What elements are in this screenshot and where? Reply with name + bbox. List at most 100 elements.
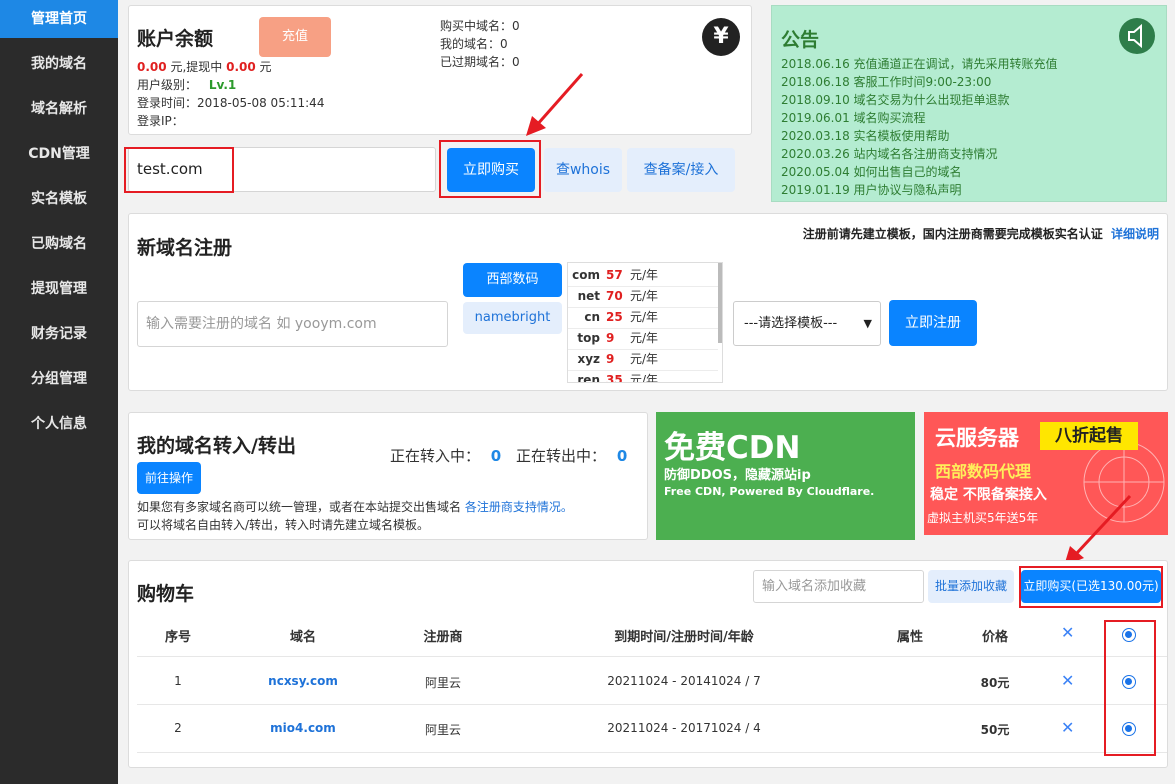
remove-all-icon[interactable]: ✕ (1061, 623, 1074, 642)
transfer-card: 我的域名转入/转出 正在转入中： 0 正在转出中： 0 前往操作 如果您有多家域… (128, 412, 648, 540)
cdn-banner[interactable]: 免费CDN 防御DDOS，隐藏源站ip Free CDN, Powered By… (656, 412, 915, 540)
batch-add-button[interactable]: 批量添加收藏 (928, 570, 1014, 603)
cloud-banner-tag: 八折起售 (1040, 422, 1138, 450)
recharge-button[interactable]: 充值 (259, 17, 331, 57)
tld-price: 70 (606, 289, 623, 303)
notice-item[interactable]: 2020.05.04 如何出售自己的域名 (781, 163, 1058, 181)
sidebar-item-dashboard[interactable]: 管理首页 (0, 0, 118, 38)
notice-item[interactable]: 2019.01.19 用户协议与隐私声明 (781, 181, 1058, 199)
col-header-price: 价格 (981, 630, 1008, 645)
account-title: 账户余额 (137, 28, 214, 50)
transfer-desc-2: 可以将域名自由转入/转出，转入时请先建立域名模板。 (137, 518, 430, 532)
sidebar-item-cdn[interactable]: CDN管理 (0, 135, 118, 173)
transfer-out-label: 正在转出中： (516, 447, 607, 465)
row-price: 50元 (980, 723, 1010, 737)
cloud-banner-title: 云服务器 (935, 426, 1019, 450)
sidebar-item-dns[interactable]: 域名解析 (0, 90, 118, 128)
transfer-title: 我的域名转入/转出 (137, 435, 296, 457)
row-registrar: 阿里云 (424, 723, 461, 737)
notice-item[interactable]: 2018.09.10 域名交易为什么出现拒单退款 (781, 91, 1058, 109)
select-all-radio[interactable] (1122, 628, 1136, 642)
row-select-radio[interactable] (1122, 675, 1136, 689)
stat-mine: 我的域名：0 (440, 37, 508, 51)
row-domain-link[interactable]: mio4.com (243, 721, 363, 735)
tld-name: com (572, 268, 600, 282)
tld-unit: 元/年 (630, 310, 659, 324)
sidebar-item-my-domains[interactable]: 我的域名 (0, 45, 118, 83)
col-header-no: 序号 (164, 630, 191, 645)
transfer-desc-text: 如果您有多家域名商可以统一管理，或者在本站提交出售域名 (137, 500, 462, 514)
registrar-namebright-button[interactable]: namebright (463, 302, 562, 334)
notice-item[interactable]: 2018.06.18 客服工作时间9:00-23:00 (781, 73, 1058, 91)
notice-item[interactable]: 2018.06.16 充值通道正在调试，请先采用转账充值 (781, 55, 1058, 73)
cdn-banner-line1: 防御DDOS，隐藏源站ip (664, 468, 811, 483)
whois-button[interactable]: 查whois (544, 148, 622, 192)
tld-row[interactable]: ren 35 元/年 (568, 370, 718, 383)
domain-search-input[interactable]: test.com (128, 147, 436, 192)
tld-row[interactable]: top 9 元/年 (568, 328, 718, 350)
cart-add-input[interactable]: 输入域名添加收藏 (753, 570, 924, 603)
tld-name: top (577, 331, 600, 345)
register-hint-link[interactable]: 详细说明 (1111, 227, 1159, 241)
remove-item-icon[interactable]: ✕ (1061, 671, 1074, 690)
tld-row[interactable]: net 70 元/年 (568, 286, 718, 308)
row-price: 80元 (980, 676, 1010, 690)
row-no: 2 (174, 721, 182, 735)
sidebar-item-purchased[interactable]: 已购域名 (0, 225, 118, 263)
transfer-go-button[interactable]: 前往操作 (137, 462, 201, 494)
balance-value: 0.00 (137, 60, 167, 74)
withdrawing-value: 0.00 (226, 60, 256, 74)
row-divider (137, 656, 1167, 657)
row-dates: 20211024 - 20171024 / 4 (607, 721, 761, 735)
register-domain-input[interactable]: 输入需要注册的域名 如 yooym.com (137, 301, 448, 347)
tld-price: 57 (606, 268, 623, 282)
tld-name: net (577, 289, 600, 303)
speaker-icon (1119, 18, 1155, 54)
transfer-desc-1: 如果您有多家域名商可以统一管理，或者在本站提交出售域名 各注册商支持情况。 (137, 498, 573, 515)
sidebar-item-groups[interactable]: 分组管理 (0, 360, 118, 398)
tld-name: cn (584, 310, 600, 324)
notice-item[interactable]: 2020.03.26 站内域名各注册商支持情况 (781, 145, 1058, 163)
transfer-out-count: 0 (616, 447, 628, 465)
tld-price: 9 (606, 331, 615, 345)
tld-unit: 元/年 (630, 373, 659, 383)
tld-row[interactable]: xyz 9 元/年 (568, 349, 718, 371)
registrar-west-button[interactable]: 西部数码 (463, 263, 562, 297)
sidebar-item-profile[interactable]: 个人信息 (0, 405, 118, 443)
account-card: 账户余额 充值 0.00 元,提现中 0.00 元 用户级别： Lv.1 登录时… (128, 5, 752, 135)
template-select[interactable]: ---请选择模板--- ▼ (733, 301, 881, 346)
sidebar-item-finance[interactable]: 财务记录 (0, 315, 118, 353)
login-time: 登录时间：2018-05-08 05:11:44 (137, 96, 325, 110)
register-title: 新域名注册 (137, 237, 233, 259)
row-domain-link[interactable]: ncxsy.com (243, 674, 363, 688)
register-submit-button[interactable]: 立即注册 (889, 300, 977, 346)
sidebar-item-withdraw[interactable]: 提现管理 (0, 270, 118, 308)
cdn-banner-title: 免费CDN (664, 430, 801, 466)
stat-expired: 已过期域名：0 (440, 55, 520, 69)
notice-list: 2018.06.16 充值通道正在调试，请先采用转账充值 2018.06.18 … (781, 55, 1058, 199)
row-no: 1 (174, 674, 182, 688)
tld-scrollbar[interactable] (718, 263, 722, 343)
remove-item-icon[interactable]: ✕ (1061, 718, 1074, 737)
cloud-banner-line1: 西部数码代理 (935, 462, 1032, 481)
row-registrar: 阿里云 (424, 676, 461, 690)
notice-item[interactable]: 2019.06.01 域名购买流程 (781, 109, 1058, 127)
cart-buy-button[interactable]: 立即购买(已选130.00元) (1021, 570, 1161, 603)
cloud-banner-line3: 虚拟主机买5年送5年 (927, 511, 1039, 525)
transfer-support-link[interactable]: 各注册商支持情况。 (465, 500, 573, 514)
sidebar-item-templates[interactable]: 实名模板 (0, 180, 118, 218)
buy-now-button[interactable]: 立即购买 (447, 148, 535, 192)
beian-button[interactable]: 查备案/接入 (627, 148, 735, 192)
row-divider (137, 752, 1167, 753)
col-header-attr: 属性 (896, 630, 923, 645)
stat-buying: 购买中域名：0 (440, 19, 520, 33)
tld-row[interactable]: com 57 元/年 (568, 265, 718, 287)
login-ip: 登录IP： (137, 114, 184, 128)
row-select-radio[interactable] (1122, 722, 1136, 736)
tld-row[interactable]: cn 25 元/年 (568, 307, 718, 329)
tld-price-list[interactable]: com 57 元/年 net 70 元/年 cn 25 元/年 top 9 元/年 xyz 9 元/… (567, 262, 723, 383)
register-card: 新域名注册 注册前请先建立模板，国内注册商需要完成模板实名认证 详细说明 输入需… (128, 213, 1168, 391)
notice-item[interactable]: 2020.03.18 实名模板使用帮助 (781, 127, 1058, 145)
arrow-annotation-icon (526, 73, 584, 136)
balance-unit: 元,提现中 (170, 60, 223, 74)
